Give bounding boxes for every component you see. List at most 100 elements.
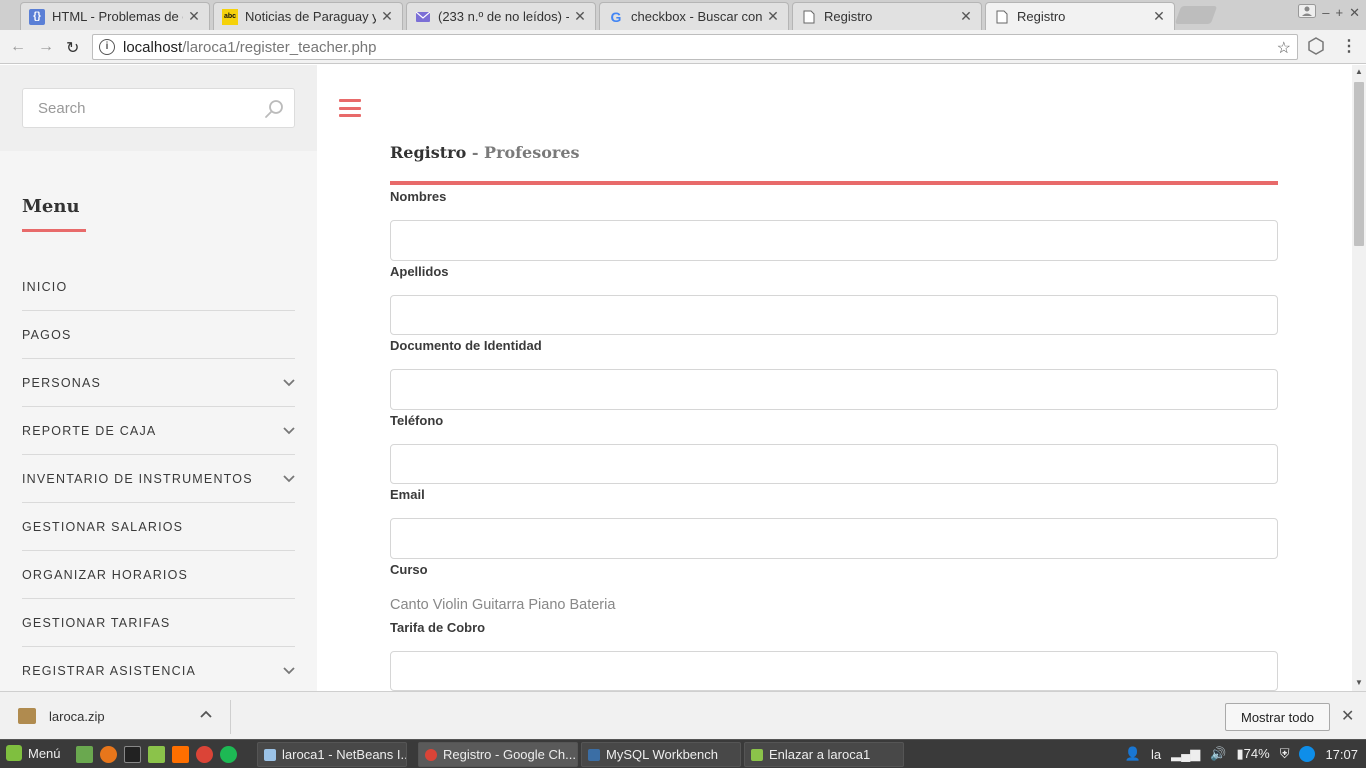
scroll-up-icon[interactable]: ▲ bbox=[1355, 67, 1363, 76]
files-icon[interactable] bbox=[148, 746, 165, 763]
browser-tab-6[interactable]: Registro ✕ bbox=[985, 2, 1175, 30]
scrollbar-thumb[interactable] bbox=[1354, 82, 1364, 246]
chevron-down-icon[interactable] bbox=[283, 426, 295, 435]
browser-tab-strip: {} HTML - Problemas de c ✕ abc Noticias … bbox=[0, 0, 1366, 30]
info-icon[interactable]: i bbox=[99, 39, 115, 55]
sidebar-item-personas[interactable]: PERSONAS bbox=[22, 359, 295, 407]
chevron-down-icon[interactable] bbox=[283, 667, 295, 675]
telefono-field[interactable] bbox=[391, 445, 1277, 483]
minimize-icon[interactable]: – bbox=[1322, 5, 1329, 20]
nombres-field-wrapper bbox=[390, 220, 1278, 261]
task-chrome[interactable]: Registro - Google Ch... bbox=[418, 742, 578, 767]
new-tab-button[interactable] bbox=[1174, 6, 1218, 24]
profile-icon[interactable] bbox=[1298, 4, 1317, 21]
nombres-field[interactable] bbox=[391, 221, 1277, 260]
tab-title: (233 n.º de no leídos) - y bbox=[438, 9, 569, 24]
close-tab-icon[interactable]: ✕ bbox=[187, 8, 201, 25]
search-input[interactable] bbox=[23, 89, 294, 127]
clock[interactable]: 17:07 bbox=[1325, 747, 1358, 762]
email-field[interactable] bbox=[391, 519, 1277, 558]
sidebar-item-label: INVENTARIO DE INSTRUMENTOS bbox=[22, 471, 253, 486]
show-all-downloads-button[interactable]: Mostrar todo bbox=[1225, 703, 1330, 731]
sidebar-item-inventario[interactable]: INVENTARIO DE INSTRUMENTOS bbox=[22, 455, 295, 503]
curso-label: Curso bbox=[390, 562, 428, 577]
sidebar-item-pagos[interactable]: PAGOS bbox=[22, 311, 295, 359]
close-tab-icon[interactable]: ✕ bbox=[1152, 8, 1166, 25]
back-arrow-icon[interactable]: ← bbox=[10, 38, 26, 56]
download-file-name: laroca.zip bbox=[49, 708, 105, 724]
sidebar-search-area bbox=[0, 65, 317, 151]
scroll-down-icon[interactable]: ▼ bbox=[1355, 678, 1363, 687]
browser-tab-4[interactable]: G checkbox - Buscar con G ✕ bbox=[599, 2, 789, 30]
chrome-icon[interactable] bbox=[196, 746, 213, 763]
show-desktop-icon[interactable] bbox=[76, 746, 93, 763]
sidebar-item-organizar-horarios[interactable]: ORGANIZAR HORARIOS bbox=[22, 551, 295, 599]
page-scrollbar[interactable]: ▲ ▼ bbox=[1352, 65, 1366, 691]
battery-indicator[interactable]: ▮74% bbox=[1237, 746, 1270, 762]
mail-icon bbox=[415, 9, 431, 25]
chevron-up-icon[interactable] bbox=[200, 710, 212, 718]
system-tray: 👤 la ▂▄▆ 🔊 ▮74% ⛨ 17:07 bbox=[1125, 746, 1358, 762]
keyboard-layout[interactable]: la bbox=[1151, 747, 1161, 762]
kebab-menu-icon[interactable]: ⋮ bbox=[1341, 36, 1357, 56]
sidebar-item-label: INICIO bbox=[22, 279, 68, 294]
search-icon[interactable] bbox=[264, 99, 284, 119]
browser-tab-3[interactable]: (233 n.º de no leídos) - y ✕ bbox=[406, 2, 596, 30]
sidebar-item-label: GESTIONAR TARIFAS bbox=[22, 615, 171, 630]
forward-arrow-icon[interactable]: → bbox=[38, 38, 54, 56]
firefox-icon[interactable] bbox=[100, 746, 117, 763]
page-icon bbox=[994, 9, 1010, 25]
apellidos-field[interactable] bbox=[391, 296, 1277, 334]
curso-options[interactable]: Canto Violin Guitarra Piano Bateria bbox=[390, 597, 615, 613]
sidebar-item-gestionar-salarios[interactable]: GESTIONAR SALARIOS bbox=[22, 503, 295, 551]
terminal-icon[interactable] bbox=[124, 746, 141, 763]
reload-icon[interactable]: ↻ bbox=[66, 38, 79, 58]
spotify-icon[interactable] bbox=[220, 746, 237, 763]
download-item[interactable]: laroca.zip bbox=[18, 708, 105, 724]
close-tab-icon[interactable]: ✕ bbox=[380, 8, 394, 25]
documento-field[interactable] bbox=[391, 370, 1277, 409]
sidebar-item-inicio[interactable]: INICIO bbox=[22, 263, 295, 311]
close-download-bar-icon[interactable]: ✕ bbox=[1341, 706, 1354, 726]
sidebar-item-reporte-de-caja[interactable]: REPORTE DE CAJA bbox=[22, 407, 295, 455]
sidebar-item-registrar-asistencia[interactable]: REGISTRAR ASISTENCIA bbox=[22, 647, 295, 695]
network-signal-icon[interactable]: ▂▄▆ bbox=[1171, 746, 1200, 762]
chevron-down-icon[interactable] bbox=[283, 378, 295, 387]
start-menu-button[interactable]: Menú bbox=[6, 745, 61, 761]
maximize-icon[interactable]: + bbox=[1336, 5, 1344, 20]
browser-tab-5[interactable]: Registro ✕ bbox=[792, 2, 982, 30]
task-mysql-workbench[interactable]: MySQL Workbench bbox=[581, 742, 741, 767]
sidebar-item-label: ORGANIZAR HORARIOS bbox=[22, 567, 189, 582]
documento-label: Documento de Identidad bbox=[390, 338, 542, 353]
extension-icon[interactable] bbox=[1308, 37, 1324, 60]
sublime-icon[interactable] bbox=[172, 746, 189, 763]
task-label: Registro - Google Ch... bbox=[443, 747, 576, 762]
chevron-down-icon[interactable] bbox=[283, 474, 295, 483]
url-path: /laroca1/register_teacher.php bbox=[182, 38, 377, 56]
search-box bbox=[22, 88, 295, 128]
close-tab-icon[interactable]: ✕ bbox=[959, 8, 973, 25]
url-host: localhost bbox=[123, 38, 183, 56]
sidebar-item-gestionar-tarifas[interactable]: GESTIONAR TARIFAS bbox=[22, 599, 295, 647]
browser-tab-2[interactable]: abc Noticias de Paraguay y ✕ bbox=[213, 2, 403, 30]
shield-icon[interactable]: ⛨ bbox=[1280, 746, 1290, 762]
apellidos-field-wrapper bbox=[390, 295, 1278, 335]
sidebar-item-label: REGISTRAR ASISTENCIA bbox=[22, 664, 197, 678]
sidebar-item-label: PERSONAS bbox=[22, 375, 102, 390]
tab-title: Registro bbox=[1017, 9, 1066, 24]
tab-title: Noticias de Paraguay y bbox=[245, 9, 376, 24]
close-tab-icon[interactable]: ✕ bbox=[766, 8, 780, 25]
browser-tab-1[interactable]: {} HTML - Problemas de c ✕ bbox=[20, 2, 210, 30]
address-bar[interactable]: i localhost/laroca1/register_teacher.php… bbox=[92, 34, 1298, 60]
teamviewer-icon[interactable] bbox=[1299, 746, 1316, 762]
volume-icon[interactable]: 🔊 bbox=[1210, 746, 1226, 762]
close-tab-icon[interactable]: ✕ bbox=[573, 8, 587, 25]
hamburger-menu-icon[interactable] bbox=[339, 99, 361, 117]
user-icon[interactable]: 👤 bbox=[1125, 746, 1141, 762]
close-window-icon[interactable]: ✕ bbox=[1349, 5, 1360, 21]
task-files[interactable]: Enlazar a laroca1 bbox=[744, 742, 904, 767]
battery-level: 74% bbox=[1243, 746, 1270, 761]
tarifa-field[interactable] bbox=[391, 652, 1277, 690]
bookmark-star-icon[interactable]: ☆ bbox=[1277, 38, 1291, 58]
task-netbeans[interactable]: laroca1 - NetBeans I... bbox=[257, 742, 407, 767]
